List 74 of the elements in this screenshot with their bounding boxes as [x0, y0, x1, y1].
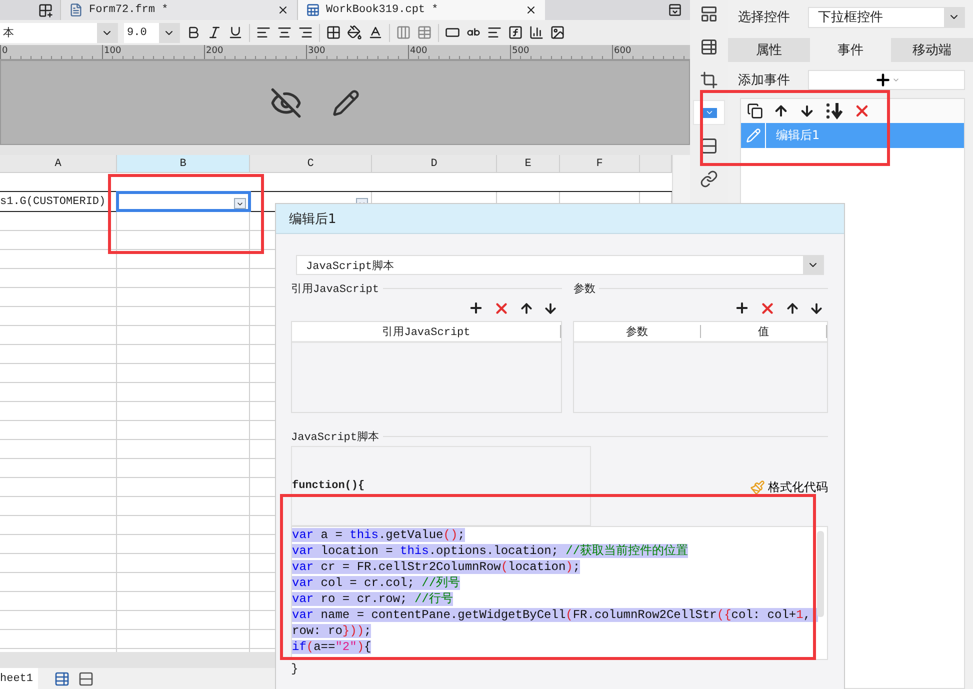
bold-icon[interactable]	[186, 25, 201, 40]
add-event-label: 添加事件	[738, 72, 791, 89]
fill-bucket-icon[interactable]	[347, 25, 362, 40]
close-icon[interactable]	[525, 4, 537, 16]
form-file-icon	[69, 3, 83, 17]
column-header[interactable]: D	[372, 155, 497, 172]
column-header[interactable]: C	[250, 155, 372, 172]
function-header: function(){	[292, 480, 365, 492]
copy-icon[interactable]	[747, 103, 763, 119]
column-header: 参数	[574, 325, 701, 338]
font-size-select[interactable]: 9.0	[124, 22, 180, 42]
add-sheet-icon[interactable]	[54, 670, 70, 686]
bar-chart-icon[interactable]	[529, 25, 544, 40]
add-icon[interactable]	[734, 300, 750, 316]
code-editor[interactable]	[291, 526, 828, 660]
move-down-icon[interactable]	[543, 300, 558, 316]
file-tab[interactable]: Form72.frm *	[60, 0, 297, 20]
function-footer: }	[291, 662, 828, 676]
table-icon[interactable]	[417, 25, 432, 40]
border-icon[interactable]	[326, 25, 341, 40]
move-up-icon[interactable]	[785, 300, 800, 316]
close-icon[interactable]	[277, 4, 289, 16]
section-title: JavaScript脚本	[291, 430, 380, 444]
italic-icon[interactable]	[207, 25, 222, 40]
plus-icon	[874, 71, 892, 89]
align-left-icon[interactable]	[256, 25, 271, 40]
merge-cells-icon[interactable]	[396, 25, 411, 40]
align-right-icon[interactable]	[298, 25, 313, 40]
move-down-icon[interactable]	[809, 300, 824, 316]
move-up-icon[interactable]	[519, 300, 534, 316]
select-widget-label: 选择控件	[738, 9, 791, 26]
tab-label: WorkBook319.cpt *	[326, 4, 440, 16]
scrollbar-thumb[interactable]	[817, 531, 824, 617]
section-title: 参数	[573, 282, 596, 296]
caret-icon	[892, 76, 900, 84]
dialog-title: 编辑后1	[276, 204, 844, 234]
column-header[interactable]: A	[0, 155, 117, 172]
panel-tab[interactable]: 移动端	[891, 38, 973, 62]
column-header[interactable]: B	[117, 155, 250, 172]
underline-icon[interactable]	[228, 25, 243, 40]
align-center-icon[interactable]	[277, 25, 292, 40]
move-up-icon[interactable]	[773, 103, 789, 119]
format-code-button[interactable]: 格式化代码	[750, 478, 828, 496]
table-cell[interactable]	[117, 192, 250, 211]
font-color-icon[interactable]	[368, 25, 383, 40]
lines-icon[interactable]	[487, 25, 502, 40]
sort-down-icon[interactable]	[825, 102, 843, 120]
add-icon[interactable]	[468, 300, 484, 316]
column-header: 值	[700, 325, 828, 338]
script-type-select[interactable]: JavaScript脚本	[296, 255, 824, 275]
file-tab[interactable]: WorkBook319.cpt *	[297, 0, 545, 20]
widget-select[interactable]: 下拉框控件	[808, 6, 965, 28]
move-down-icon[interactable]	[799, 103, 815, 119]
dropdown-widget-icon[interactable]	[694, 101, 724, 124]
sheet-tab[interactable]: heet1	[0, 668, 38, 689]
section-title: 引用JavaScript	[291, 282, 380, 296]
eye-off-icon[interactable]	[270, 86, 302, 118]
dropdown-widget-icon	[234, 198, 246, 209]
image-icon[interactable]	[550, 25, 565, 40]
brush-icon	[750, 480, 765, 494]
pencil-icon[interactable]	[332, 88, 360, 116]
pencil-icon	[746, 128, 760, 143]
formula-icon[interactable]	[508, 25, 523, 40]
text-field-icon[interactable]	[445, 25, 460, 40]
add-form-sheet-icon[interactable]	[78, 670, 94, 686]
font-select[interactable]: 本	[0, 22, 118, 42]
tab-label: Form72.frm *	[89, 4, 170, 16]
panel-tab[interactable]: 事件	[810, 38, 892, 62]
column-header: 引用JavaScript	[292, 325, 562, 338]
table-cell[interactable]: s1.G(CUSTOMERID)	[0, 192, 117, 211]
column-header[interactable]: E	[497, 155, 560, 172]
workbook-file-icon	[306, 3, 320, 17]
panel-tab[interactable]: 属性	[728, 38, 810, 62]
column-header[interactable]: F	[560, 155, 640, 172]
